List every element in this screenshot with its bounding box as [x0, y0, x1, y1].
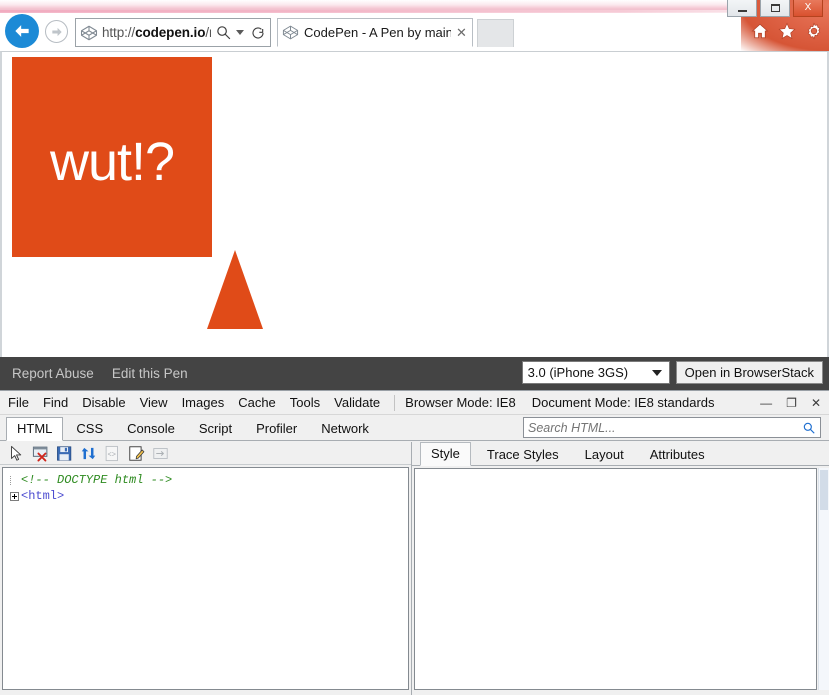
open-in-browserstack-label: Open in BrowserStack [684, 365, 814, 380]
tab-script[interactable]: Script [188, 417, 243, 441]
refresh-icon[interactable] [250, 25, 266, 41]
forward-button[interactable] [45, 20, 68, 43]
tree-gutter[interactable] [7, 491, 21, 501]
page-viewport: wut!? [0, 51, 829, 357]
page-heading: wut!? [49, 132, 175, 192]
tab-layout[interactable]: Layout [575, 444, 634, 466]
devtools-restore-button[interactable]: ❐ [786, 397, 797, 409]
outline-icon [153, 447, 168, 459]
devtools-window-controls: — ❐ ✕ [760, 391, 821, 415]
tree-node-doctype-comment: <!-- DOCTYPE html --> [21, 473, 173, 487]
style-pane-content [414, 468, 817, 690]
devtools-body: <> <!-- DOCTYPE html --> <html> Style Tr… [0, 442, 829, 695]
chevron-down-icon [651, 370, 662, 376]
html-tree-pane: <> <!-- DOCTYPE html --> <html> [0, 442, 412, 695]
device-select-value: 3.0 (iPhone 3GS) [527, 365, 629, 380]
browser-tab-title: CodePen - A Pen by mainer... [304, 25, 451, 40]
search-html-box[interactable] [523, 417, 821, 438]
select-element-icon[interactable] [8, 445, 25, 462]
devtools-menubar: File Find Disable View Images Cache Tool… [0, 391, 829, 415]
menu-item-validate[interactable]: Validate [334, 395, 380, 410]
clear-browser-cache-icon[interactable] [32, 445, 49, 462]
devtools-close-button[interactable]: ✕ [811, 397, 821, 409]
orange-triangle [207, 250, 263, 329]
tab-profiler[interactable]: Profiler [245, 417, 308, 441]
developer-tools-panel: File Find Disable View Images Cache Tool… [0, 390, 829, 695]
menu-item-tools[interactable]: Tools [290, 395, 320, 410]
style-pane: Style Trace Styles Layout Attributes [412, 442, 829, 695]
forward-arrow-icon [51, 27, 62, 36]
new-tab-button[interactable] [477, 19, 514, 47]
codepen-icon [282, 25, 299, 40]
tab-trace-styles[interactable]: Trace Styles [477, 444, 569, 466]
close-button[interactable]: X [793, 0, 823, 17]
home-icon[interactable] [751, 22, 769, 40]
close-icon: X [804, 2, 812, 13]
device-select[interactable]: 3.0 (iPhone 3GS) [521, 361, 670, 384]
devtools-tabstrip: HTML CSS Console Script Profiler Network [0, 415, 829, 441]
menu-item-file[interactable]: File [8, 395, 29, 410]
browser-tab[interactable]: CodePen - A Pen by mainer... ✕ [277, 18, 473, 47]
url-path: /ma [205, 25, 211, 40]
tab-css[interactable]: CSS [65, 417, 114, 441]
search-html-input[interactable] [528, 420, 802, 435]
browser-mode-label[interactable]: Browser Mode: IE8 [405, 395, 516, 410]
maximize-button[interactable] [760, 0, 790, 17]
menubar-divider [394, 394, 396, 411]
chrome-gloss-line [0, 10, 829, 13]
menu-item-disable[interactable]: Disable [82, 395, 125, 410]
edit-icon[interactable] [128, 445, 145, 462]
tab-html[interactable]: HTML [6, 417, 64, 441]
menu-item-view[interactable]: View [140, 395, 168, 410]
edit-this-pen-link[interactable]: Edit this Pen [112, 366, 188, 381]
view-source-icon: <> [105, 445, 118, 461]
url-prefix: http:// [102, 25, 136, 40]
codepen-footer-bar: Report Abuse Edit this Pen 3.0 (iPhone 3… [0, 357, 829, 390]
tab-style[interactable]: Style [420, 442, 471, 466]
tab-network[interactable]: Network [310, 417, 380, 441]
back-arrow-icon [15, 25, 29, 37]
save-icon[interactable] [56, 445, 73, 462]
report-abuse-link[interactable]: Report Abuse [12, 366, 94, 381]
style-pane-tabstrip: Style Trace Styles Layout Attributes [412, 442, 829, 466]
tree-guide-icon [9, 475, 19, 485]
tree-gutter [7, 475, 21, 485]
back-button[interactable] [5, 14, 39, 48]
svg-text:<>: <> [108, 451, 117, 459]
html-dom-tree[interactable]: <!-- DOCTYPE html --> <html> [2, 467, 409, 690]
codepen-icon [80, 25, 98, 40]
address-bar-url: http://codepen.io/ma [102, 25, 211, 40]
chrome-toolbar-icons [751, 22, 823, 40]
html-pane-toolbar: <> [0, 442, 411, 465]
refresh-icon[interactable] [80, 445, 97, 462]
chevron-down-icon[interactable] [236, 30, 244, 35]
settings-gear-icon[interactable] [805, 22, 823, 40]
favorites-star-icon[interactable] [778, 22, 796, 40]
browser-chrome: X http://codepen.io/ CodePen - A Pen by … [0, 0, 829, 51]
scrollbar-thumb[interactable] [820, 470, 828, 510]
search-icon[interactable] [802, 421, 816, 435]
tree-node-html-tag: <html> [21, 489, 65, 503]
orange-square: wut!? [12, 57, 212, 257]
window-controls: X [727, 0, 823, 17]
address-bar[interactable]: http://codepen.io/ma [75, 18, 271, 47]
tree-row[interactable]: <html> [7, 488, 408, 504]
open-in-browserstack-button[interactable]: Open in BrowserStack [675, 361, 823, 384]
tab-console[interactable]: Console [116, 417, 186, 441]
ie-browser-window: X http://codepen.io/ CodePen - A Pen by … [0, 0, 829, 695]
menu-item-cache[interactable]: Cache [238, 395, 276, 410]
tab-attributes[interactable]: Attributes [640, 444, 715, 466]
devtools-minimize-button[interactable]: — [760, 397, 772, 409]
search-icon[interactable] [215, 24, 232, 41]
menu-item-find[interactable]: Find [43, 395, 68, 410]
expand-plus-icon[interactable] [9, 491, 19, 501]
tree-row[interactable]: <!-- DOCTYPE html --> [7, 472, 408, 488]
document-mode-label[interactable]: Document Mode: IE8 standards [532, 395, 715, 410]
url-domain: codepen.io [135, 25, 206, 40]
style-pane-scrollbar[interactable] [818, 468, 829, 690]
tab-close-icon[interactable]: ✕ [456, 26, 468, 39]
minimize-button[interactable] [727, 0, 757, 17]
codepen-footer-controls: 3.0 (iPhone 3GS) Open in BrowserStack [521, 361, 823, 384]
menu-item-images[interactable]: Images [182, 395, 225, 410]
